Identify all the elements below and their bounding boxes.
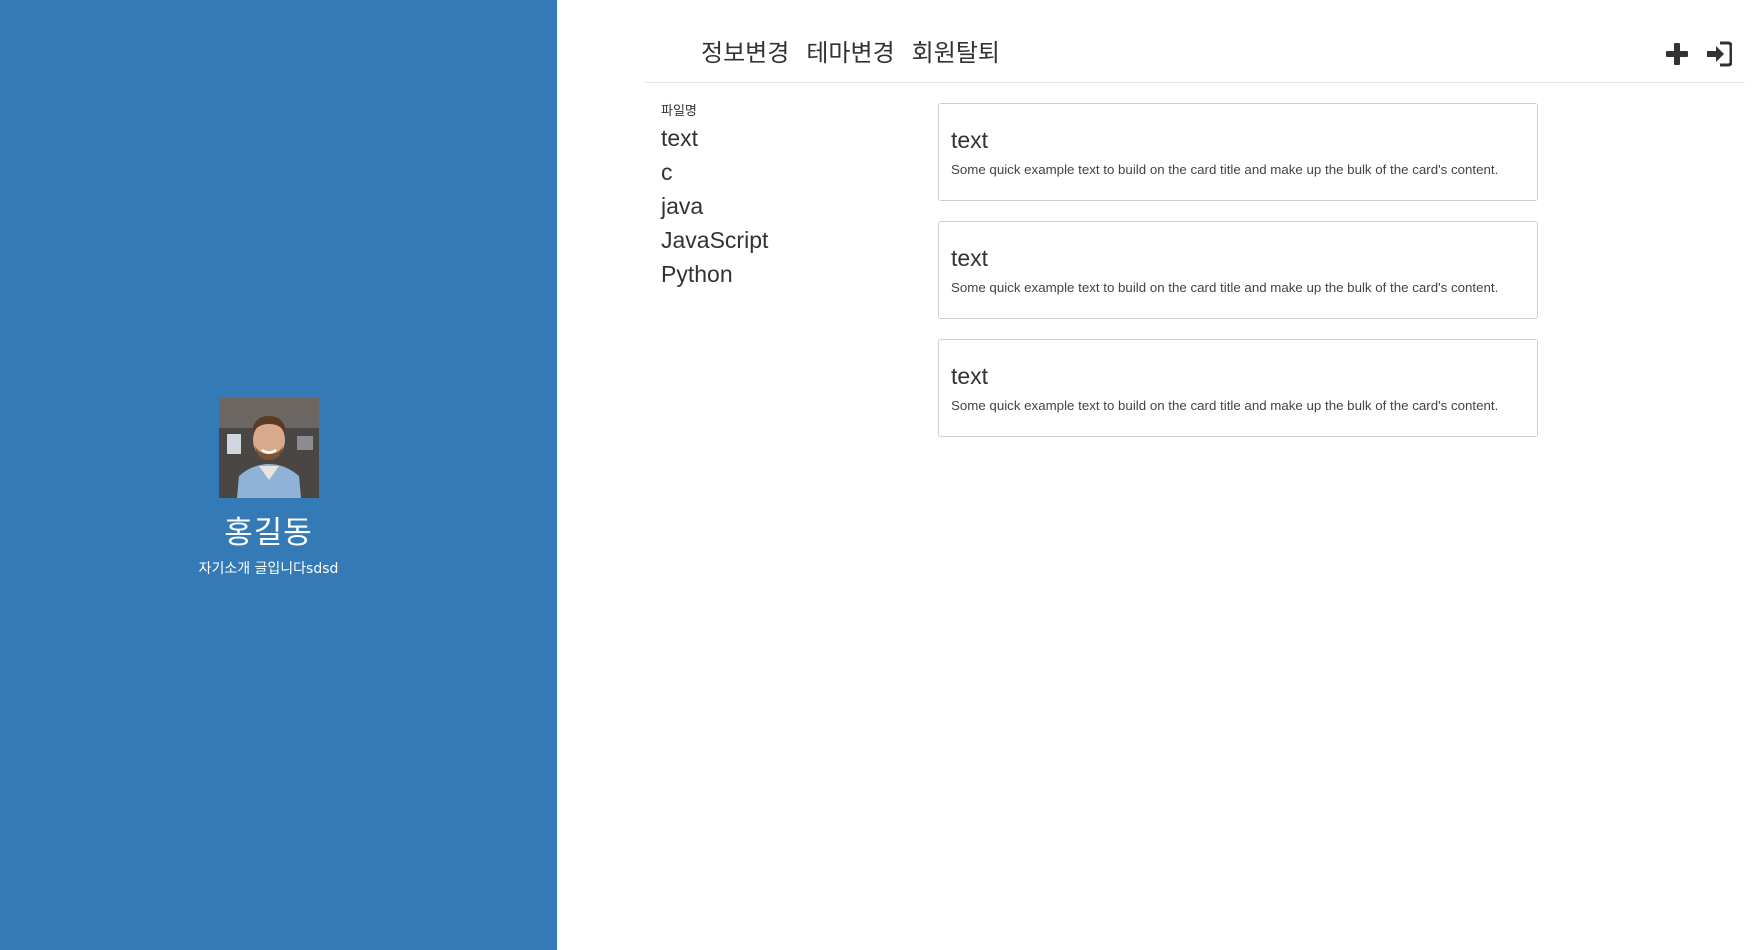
profile-sidebar: 홍길동 자기소개 글입니다sdsd	[0, 0, 557, 950]
nav-actions	[1663, 40, 1733, 68]
main-content: 정보변경 테마변경 회원탈퇴 파일명 text c java JavaScrip…	[557, 0, 1756, 950]
content-card[interactable]: text Some quick example text to build on…	[938, 103, 1538, 201]
file-item[interactable]: JavaScript	[661, 223, 881, 257]
file-item[interactable]: java	[661, 189, 881, 223]
menu-change-theme[interactable]: 테마변경	[806, 37, 894, 69]
file-item[interactable]: text	[661, 121, 881, 155]
content-card[interactable]: text Some quick example text to build on…	[938, 221, 1538, 319]
profile-panel: 홍길동 자기소개 글입니다sdsd	[0, 398, 537, 578]
card-text: Some quick example text to build on the …	[951, 398, 1499, 413]
card-text: Some quick example text to build on the …	[951, 280, 1499, 295]
card-list: text Some quick example text to build on…	[938, 103, 1540, 457]
profile-name: 홍길동	[224, 515, 313, 551]
card-title: text	[951, 127, 989, 153]
card-title: text	[951, 245, 989, 271]
top-navbar: 정보변경 테마변경 회원탈퇴	[645, 30, 1745, 83]
card-text: Some quick example text to build on the …	[951, 162, 1499, 177]
menu-withdraw[interactable]: 회원탈퇴	[912, 37, 1000, 69]
nav-menu: 정보변경 테마변경 회원탈퇴	[701, 37, 1000, 69]
menu-edit-info[interactable]: 정보변경	[701, 37, 789, 69]
file-item[interactable]: Python	[661, 257, 881, 291]
avatar-photo	[218, 398, 319, 498]
file-item[interactable]: c	[661, 155, 881, 189]
profile-intro: 자기소개 글입니다sdsd	[198, 561, 339, 577]
file-list: 파일명 text c java JavaScript Python	[661, 103, 881, 291]
content-card[interactable]: text Some quick example text to build on…	[938, 339, 1538, 437]
card-title: text	[951, 363, 989, 389]
sign-in-icon	[1707, 41, 1732, 67]
add-button[interactable]	[1663, 40, 1691, 68]
avatar	[218, 398, 319, 498]
plus-icon	[1666, 43, 1688, 65]
file-list-header: 파일명	[661, 104, 697, 119]
login-button[interactable]	[1705, 40, 1733, 68]
